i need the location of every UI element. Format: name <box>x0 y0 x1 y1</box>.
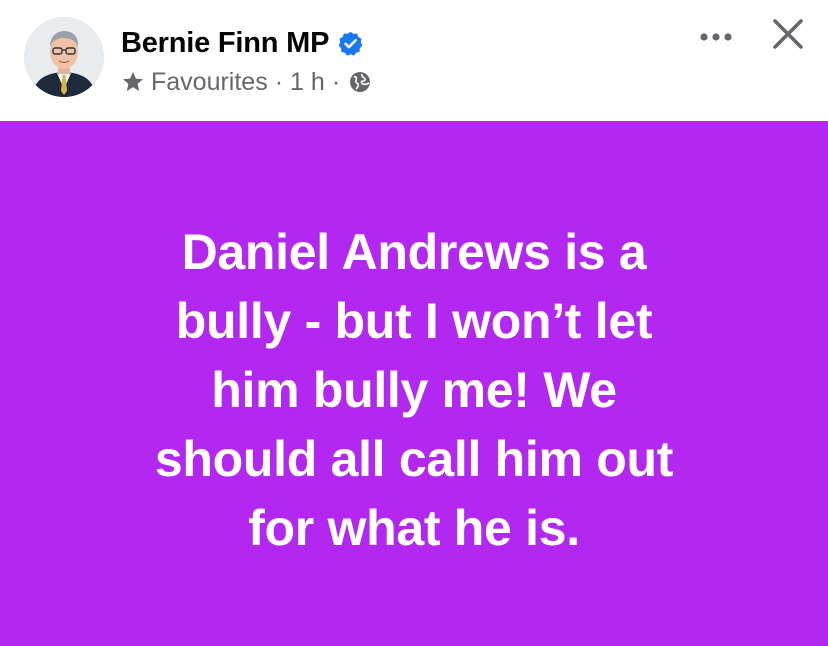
post-meta: Favourites · 1 h · <box>121 66 372 98</box>
more-options-button[interactable] <box>694 22 738 52</box>
status-line: for what he is. <box>248 500 580 556</box>
status-background: Daniel Andrews is a bully - but I won’t … <box>0 121 828 646</box>
more-options-icon <box>700 33 732 41</box>
author-name[interactable]: Bernie Finn MP <box>121 27 329 60</box>
timestamp[interactable]: 1 h <box>290 68 325 97</box>
meta-separator: · <box>331 67 341 96</box>
audience-label[interactable]: Favourites <box>151 68 268 97</box>
author-row: Bernie Finn MP <box>121 24 364 62</box>
status-line: bully - but I won’t let <box>175 293 653 349</box>
status-line: Daniel Andrews is a <box>181 224 647 280</box>
avatar-photo-icon <box>24 17 104 97</box>
verified-badge-icon <box>337 30 364 57</box>
star-icon <box>121 70 145 94</box>
status-line: him bully me! We <box>211 362 617 418</box>
status-text: Daniel Andrews is a bully - but I won’t … <box>94 218 734 563</box>
close-button[interactable] <box>764 10 812 58</box>
close-icon <box>773 19 803 49</box>
meta-separator: · <box>274 67 284 96</box>
status-line: should all call him out <box>154 431 674 487</box>
post-header: Bernie Finn MP Favourites · 1 h · <box>0 0 828 121</box>
globe-icon[interactable] <box>348 70 372 94</box>
facebook-post: Bernie Finn MP Favourites · 1 h · Daniel… <box>0 0 828 646</box>
avatar[interactable] <box>24 17 104 97</box>
